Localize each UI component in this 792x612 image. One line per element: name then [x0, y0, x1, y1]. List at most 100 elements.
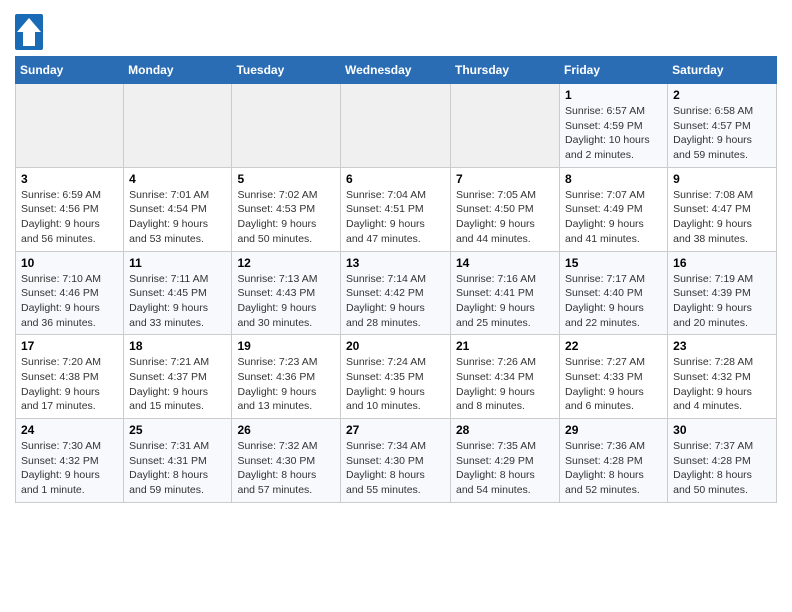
day-number: 22 [565, 339, 662, 353]
calendar-cell: 2 Sunrise: 6:58 AM Sunset: 4:57 PM Daylig… [668, 84, 777, 168]
day-number: 5 [237, 172, 335, 186]
day-number: 27 [346, 423, 445, 437]
calendar-cell: 26 Sunrise: 7:32 AM Sunset: 4:30 PM Dayli… [232, 419, 341, 503]
day-number: 10 [21, 256, 118, 270]
day-number: 13 [346, 256, 445, 270]
logo-icon [15, 14, 43, 50]
calendar-cell: 24 Sunrise: 7:30 AM Sunset: 4:32 PM Dayli… [16, 419, 124, 503]
calendar-cell: 3 Sunrise: 6:59 AM Sunset: 4:56 PM Daylig… [16, 167, 124, 251]
day-info: Sunrise: 7:02 AM Sunset: 4:53 PM Dayligh… [237, 188, 335, 247]
calendar-cell: 21 Sunrise: 7:26 AM Sunset: 4:34 PM Dayli… [451, 335, 560, 419]
calendar-cell: 10 Sunrise: 7:10 AM Sunset: 4:46 PM Dayli… [16, 251, 124, 335]
week-row-3: 10 Sunrise: 7:10 AM Sunset: 4:46 PM Dayli… [16, 251, 777, 335]
day-info: Sunrise: 7:11 AM Sunset: 4:45 PM Dayligh… [129, 272, 226, 331]
day-info: Sunrise: 7:17 AM Sunset: 4:40 PM Dayligh… [565, 272, 662, 331]
calendar-cell: 1 Sunrise: 6:57 AM Sunset: 4:59 PM Daylig… [560, 84, 668, 168]
day-number: 12 [237, 256, 335, 270]
header-monday: Monday [124, 57, 232, 84]
day-number: 24 [21, 423, 118, 437]
week-row-4: 17 Sunrise: 7:20 AM Sunset: 4:38 PM Dayli… [16, 335, 777, 419]
calendar-cell: 23 Sunrise: 7:28 AM Sunset: 4:32 PM Dayli… [668, 335, 777, 419]
day-info: Sunrise: 7:13 AM Sunset: 4:43 PM Dayligh… [237, 272, 335, 331]
calendar-cell [341, 84, 451, 168]
week-row-1: 1 Sunrise: 6:57 AM Sunset: 4:59 PM Daylig… [16, 84, 777, 168]
day-info: Sunrise: 7:05 AM Sunset: 4:50 PM Dayligh… [456, 188, 554, 247]
day-info: Sunrise: 7:10 AM Sunset: 4:46 PM Dayligh… [21, 272, 118, 331]
day-number: 15 [565, 256, 662, 270]
day-info: Sunrise: 7:01 AM Sunset: 4:54 PM Dayligh… [129, 188, 226, 247]
day-number: 2 [673, 88, 771, 102]
day-info: Sunrise: 7:36 AM Sunset: 4:28 PM Dayligh… [565, 439, 662, 498]
calendar-table: SundayMondayTuesdayWednesdayThursdayFrid… [15, 56, 777, 503]
header-tuesday: Tuesday [232, 57, 341, 84]
calendar-cell: 9 Sunrise: 7:08 AM Sunset: 4:47 PM Daylig… [668, 167, 777, 251]
day-info: Sunrise: 7:35 AM Sunset: 4:29 PM Dayligh… [456, 439, 554, 498]
calendar-cell: 11 Sunrise: 7:11 AM Sunset: 4:45 PM Dayli… [124, 251, 232, 335]
day-info: Sunrise: 7:04 AM Sunset: 4:51 PM Dayligh… [346, 188, 445, 247]
calendar-cell: 30 Sunrise: 7:37 AM Sunset: 4:28 PM Dayli… [668, 419, 777, 503]
day-info: Sunrise: 7:08 AM Sunset: 4:47 PM Dayligh… [673, 188, 771, 247]
day-number: 29 [565, 423, 662, 437]
day-number: 25 [129, 423, 226, 437]
day-number: 26 [237, 423, 335, 437]
day-info: Sunrise: 6:57 AM Sunset: 4:59 PM Dayligh… [565, 104, 662, 163]
day-info: Sunrise: 7:31 AM Sunset: 4:31 PM Dayligh… [129, 439, 226, 498]
day-number: 16 [673, 256, 771, 270]
header-thursday: Thursday [451, 57, 560, 84]
day-number: 19 [237, 339, 335, 353]
day-number: 21 [456, 339, 554, 353]
week-row-2: 3 Sunrise: 6:59 AM Sunset: 4:56 PM Daylig… [16, 167, 777, 251]
calendar-cell: 25 Sunrise: 7:31 AM Sunset: 4:31 PM Dayli… [124, 419, 232, 503]
day-info: Sunrise: 7:21 AM Sunset: 4:37 PM Dayligh… [129, 355, 226, 414]
day-number: 7 [456, 172, 554, 186]
day-info: Sunrise: 7:27 AM Sunset: 4:33 PM Dayligh… [565, 355, 662, 414]
calendar-cell: 20 Sunrise: 7:24 AM Sunset: 4:35 PM Dayli… [341, 335, 451, 419]
calendar-cell: 7 Sunrise: 7:05 AM Sunset: 4:50 PM Daylig… [451, 167, 560, 251]
logo [15, 14, 47, 50]
day-info: Sunrise: 7:20 AM Sunset: 4:38 PM Dayligh… [21, 355, 118, 414]
day-info: Sunrise: 7:32 AM Sunset: 4:30 PM Dayligh… [237, 439, 335, 498]
calendar-cell: 29 Sunrise: 7:36 AM Sunset: 4:28 PM Dayli… [560, 419, 668, 503]
day-number: 8 [565, 172, 662, 186]
day-number: 23 [673, 339, 771, 353]
day-info: Sunrise: 6:58 AM Sunset: 4:57 PM Dayligh… [673, 104, 771, 163]
day-info: Sunrise: 7:30 AM Sunset: 4:32 PM Dayligh… [21, 439, 118, 498]
day-number: 1 [565, 88, 662, 102]
calendar-cell: 15 Sunrise: 7:17 AM Sunset: 4:40 PM Dayli… [560, 251, 668, 335]
calendar-cell: 19 Sunrise: 7:23 AM Sunset: 4:36 PM Dayli… [232, 335, 341, 419]
day-info: Sunrise: 7:26 AM Sunset: 4:34 PM Dayligh… [456, 355, 554, 414]
day-number: 9 [673, 172, 771, 186]
calendar-cell: 13Sunrise: 7:14 AM Sunset: 4:42 PM Dayli… [341, 251, 451, 335]
day-number: 18 [129, 339, 226, 353]
header-sunday: Sunday [16, 57, 124, 84]
header-wednesday: Wednesday [341, 57, 451, 84]
day-info: Sunrise: 7:23 AM Sunset: 4:36 PM Dayligh… [237, 355, 335, 414]
calendar-cell: 18 Sunrise: 7:21 AM Sunset: 4:37 PM Dayli… [124, 335, 232, 419]
calendar-cell: 6Sunrise: 7:04 AM Sunset: 4:51 PM Daylig… [341, 167, 451, 251]
header [15, 10, 777, 50]
day-info: Sunrise: 7:24 AM Sunset: 4:35 PM Dayligh… [346, 355, 445, 414]
header-row: SundayMondayTuesdayWednesdayThursdayFrid… [16, 57, 777, 84]
day-number: 11 [129, 256, 226, 270]
calendar-cell: 8 Sunrise: 7:07 AM Sunset: 4:49 PM Daylig… [560, 167, 668, 251]
calendar-cell [124, 84, 232, 168]
calendar-cell: 5 Sunrise: 7:02 AM Sunset: 4:53 PM Daylig… [232, 167, 341, 251]
calendar-cell: 4Sunrise: 7:01 AM Sunset: 4:54 PM Daylig… [124, 167, 232, 251]
day-number: 30 [673, 423, 771, 437]
day-number: 17 [21, 339, 118, 353]
header-saturday: Saturday [668, 57, 777, 84]
day-number: 14 [456, 256, 554, 270]
day-number: 28 [456, 423, 554, 437]
day-info: Sunrise: 7:28 AM Sunset: 4:32 PM Dayligh… [673, 355, 771, 414]
day-info: Sunrise: 6:59 AM Sunset: 4:56 PM Dayligh… [21, 188, 118, 247]
week-row-5: 24 Sunrise: 7:30 AM Sunset: 4:32 PM Dayli… [16, 419, 777, 503]
day-info: Sunrise: 7:16 AM Sunset: 4:41 PM Dayligh… [456, 272, 554, 331]
calendar-cell [451, 84, 560, 168]
calendar-cell [232, 84, 341, 168]
day-number: 20 [346, 339, 445, 353]
day-number: 3 [21, 172, 118, 186]
day-info: Sunrise: 7:19 AM Sunset: 4:39 PM Dayligh… [673, 272, 771, 331]
day-info: Sunrise: 7:37 AM Sunset: 4:28 PM Dayligh… [673, 439, 771, 498]
day-info: Sunrise: 7:07 AM Sunset: 4:49 PM Dayligh… [565, 188, 662, 247]
calendar-cell: 14 Sunrise: 7:16 AM Sunset: 4:41 PM Dayli… [451, 251, 560, 335]
